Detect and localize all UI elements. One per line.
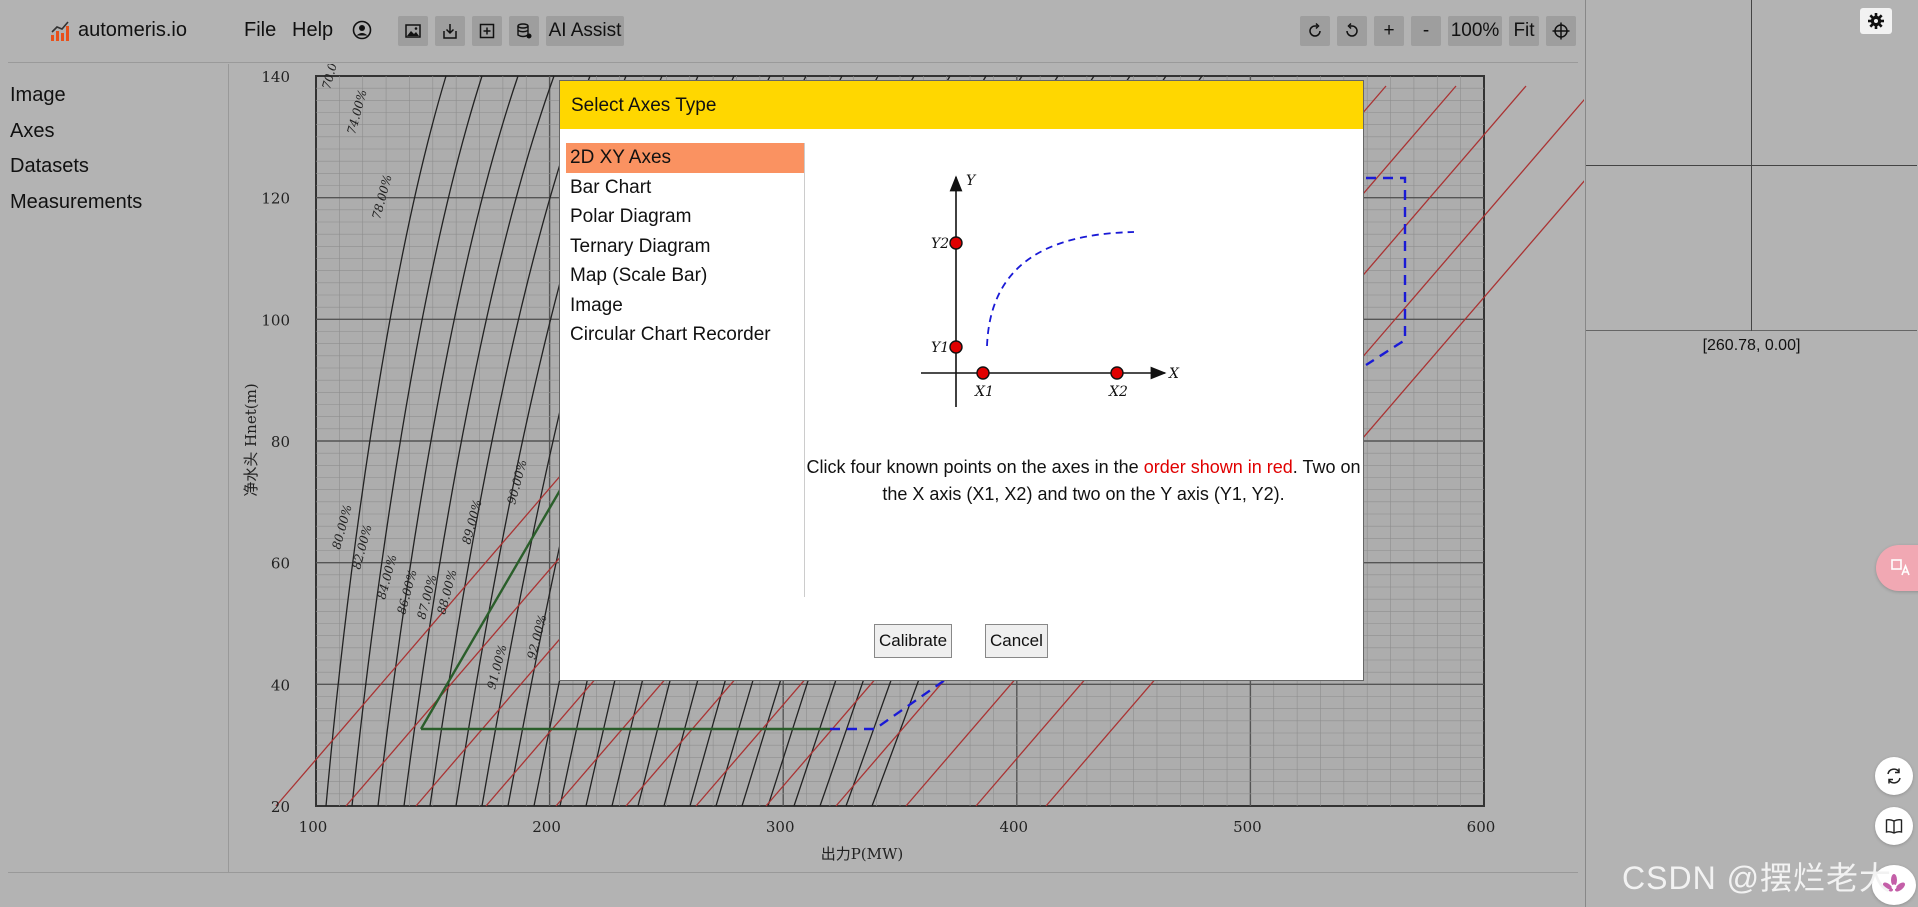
logo-icon xyxy=(51,20,69,41)
import-icon xyxy=(443,24,457,39)
database-icon xyxy=(517,23,532,39)
ai-assist-button[interactable]: AI Assist xyxy=(546,16,624,46)
rotate-left-icon xyxy=(1309,22,1321,37)
zoom-view xyxy=(1586,0,1917,331)
import-button[interactable] xyxy=(435,16,465,46)
sidebar-item-image[interactable]: Image xyxy=(10,84,66,107)
x-tick-label: 500 xyxy=(1233,818,1262,836)
y-tick-label: 80 xyxy=(271,433,290,451)
x-tick-label: 300 xyxy=(766,818,795,836)
sidebar-item-axes[interactable]: Axes xyxy=(10,120,54,143)
cancel-button[interactable]: Cancel xyxy=(985,624,1048,658)
y1-point xyxy=(949,340,963,354)
rotate-right-button[interactable] xyxy=(1337,16,1367,46)
axes-type-list[interactable]: 2D XY Axes Bar Chart Polar Diagram Terna… xyxy=(566,143,805,597)
sync-icon xyxy=(1887,768,1901,784)
zoom-in-button[interactable]: + xyxy=(1374,16,1404,46)
zoom-crosshair-horizontal xyxy=(1586,165,1917,166)
rotate-right-icon xyxy=(1346,22,1358,37)
add-button[interactable] xyxy=(472,16,502,46)
status-divider xyxy=(8,872,1578,873)
preview-x-label: X xyxy=(1168,366,1180,382)
book-icon xyxy=(1885,818,1903,834)
y-tick-label: 120 xyxy=(261,190,290,208)
axes-type-polar[interactable]: Polar Diagram xyxy=(566,202,804,232)
dialog-title: Select Axes Type xyxy=(571,95,717,116)
zoom-level[interactable]: 100% xyxy=(1448,16,1502,46)
sync-button[interactable] xyxy=(1875,757,1913,795)
calibrate-button[interactable]: Calibrate xyxy=(874,624,953,658)
preview-y2-label: Y2 xyxy=(931,236,949,252)
description-highlight: order shown in red xyxy=(1143,457,1293,477)
left-sidebar: Image Axes Datasets Measurements xyxy=(0,64,229,872)
x1-point xyxy=(976,366,990,380)
axes-type-image[interactable]: Image xyxy=(566,291,804,321)
translate-icon xyxy=(1891,559,1910,576)
preview-y-label: Y xyxy=(966,173,977,189)
x-tick-label: 400 xyxy=(999,818,1028,836)
axes-preview-diagram: Y X Y2 Y1 X1 X2 xyxy=(921,173,1180,407)
load-image-button[interactable] xyxy=(398,16,428,46)
x-tick-label: 600 xyxy=(1467,818,1496,836)
preview-x1-label: X1 xyxy=(974,384,994,400)
settings-button[interactable] xyxy=(1860,8,1892,34)
account-icon[interactable] xyxy=(352,20,372,46)
cursor-coordinates: [260.78, 0.00] xyxy=(1702,337,1801,354)
preview-curve xyxy=(986,231,1135,347)
preview-y1-label: Y1 xyxy=(931,340,949,356)
description-text: Click four known points on the axes in t… xyxy=(806,457,1144,477)
file-menu[interactable]: File xyxy=(244,19,276,42)
database-button[interactable] xyxy=(509,16,539,46)
y-tick-label: 20 xyxy=(271,798,290,816)
reader-button[interactable] xyxy=(1875,807,1913,845)
app-title: automeris.io xyxy=(78,19,187,41)
image-icon xyxy=(405,24,421,38)
rotate-left-button[interactable] xyxy=(1300,16,1330,46)
top-toolbar: automeris.io File Help AI Assist + - 100… xyxy=(0,0,1585,62)
gear-icon xyxy=(1868,13,1884,29)
fit-button[interactable]: Fit xyxy=(1509,16,1539,46)
dialog-description: Click four known points on the axes in t… xyxy=(806,454,1361,508)
y-tick-label: 60 xyxy=(271,555,290,573)
y2-point xyxy=(949,236,963,250)
preview-x2-label: X2 xyxy=(1108,384,1128,400)
add-box-icon xyxy=(479,23,495,39)
axes-type-ternary[interactable]: Ternary Diagram xyxy=(566,232,804,262)
watermark: CSDN @摆烂老大 xyxy=(1622,860,1893,896)
axes-type-2d-xy[interactable]: 2D XY Axes xyxy=(566,143,804,173)
zoom-out-button[interactable]: - xyxy=(1411,16,1441,46)
sidebar-item-measurements[interactable]: Measurements xyxy=(10,191,142,214)
y-tick-label: 40 xyxy=(271,676,290,694)
x2-point xyxy=(1110,366,1124,380)
y-tick-label: 140 xyxy=(261,68,290,86)
x-axis-label: 出力P(MW) xyxy=(821,845,904,863)
x-tick-label: 100 xyxy=(299,818,328,836)
x-tick-label: 200 xyxy=(532,818,561,836)
axes-type-bar-chart[interactable]: Bar Chart xyxy=(566,173,804,203)
crosshair-button[interactable] xyxy=(1546,16,1576,46)
toolbar-divider xyxy=(8,62,1578,63)
sidebar-item-datasets[interactable]: Datasets xyxy=(10,155,89,178)
app-brand[interactable]: automeris.io xyxy=(50,19,187,42)
help-menu[interactable]: Help xyxy=(292,19,333,42)
select-axes-dialog: Select Axes Type 2D XY Axes Bar Chart Po… xyxy=(559,80,1364,681)
axes-type-circular-recorder[interactable]: Circular Chart Recorder xyxy=(566,320,804,350)
crosshair-icon xyxy=(1552,22,1570,40)
dialog-header: Select Axes Type xyxy=(560,81,1363,129)
y-tick-label: 100 xyxy=(261,311,290,329)
y-axis-label: 净水头 Hnet(m) xyxy=(242,383,260,496)
axes-type-map[interactable]: Map (Scale Bar) xyxy=(566,261,804,291)
translate-extension-button[interactable] xyxy=(1876,545,1918,591)
